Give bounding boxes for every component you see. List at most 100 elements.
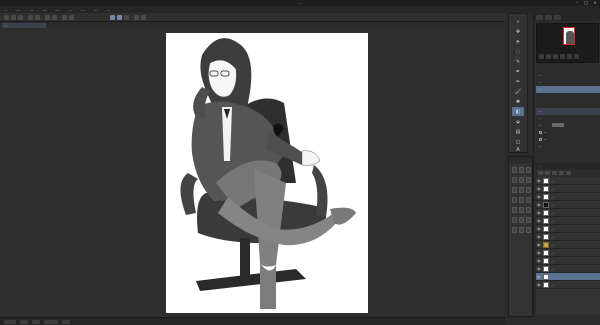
eyedropper-icon[interactable]: ✎ — [512, 57, 524, 66]
maximize-button[interactable]: □ — [583, 0, 589, 5]
save-icon[interactable] — [18, 15, 23, 20]
checkbox[interactable] — [539, 137, 542, 141]
layer-row[interactable]: ◉... — [536, 225, 600, 233]
menu-select[interactable]: ... — [55, 6, 59, 13]
sub-tool-row[interactable]: ... — [536, 143, 600, 150]
flip-icon[interactable] — [574, 54, 579, 59]
menu-animation[interactable]: ... — [30, 6, 34, 13]
open-icon[interactable] — [11, 15, 16, 20]
swatch[interactable] — [526, 177, 531, 183]
zoom-out-button[interactable] — [20, 319, 28, 324]
fit-icon[interactable] — [553, 54, 558, 59]
sub-tool-row[interactable]: ... — [536, 115, 600, 122]
layer-row[interactable]: ◉... — [536, 265, 600, 273]
move-icon[interactable]: ✥ — [512, 27, 524, 36]
layer-row[interactable]: ◉... — [536, 177, 600, 185]
swatch[interactable] — [526, 167, 531, 173]
checkbox[interactable] — [539, 130, 542, 134]
new-folder-icon[interactable] — [545, 171, 550, 175]
artboard[interactable] — [166, 33, 368, 313]
snap-ruler-icon[interactable] — [110, 15, 115, 20]
menu-view[interactable]: ... — [68, 6, 72, 13]
undo-icon[interactable] — [28, 15, 33, 20]
snap-grid-icon[interactable] — [124, 15, 129, 20]
grid-show-icon[interactable] — [141, 15, 146, 20]
delete-layer-icon[interactable] — [566, 171, 571, 175]
merge-icon[interactable] — [559, 171, 564, 175]
eye-icon[interactable]: ◉ — [537, 218, 541, 223]
zoom-in-button[interactable] — [32, 319, 40, 324]
minimize-button[interactable]: – — [574, 0, 580, 5]
zoom-in-icon[interactable] — [546, 54, 551, 59]
swatch[interactable] — [519, 207, 524, 213]
swatch[interactable] — [512, 177, 517, 183]
layer-row[interactable]: ◉... — [536, 241, 600, 249]
clear-icon[interactable] — [45, 15, 50, 20]
transform-icon[interactable] — [62, 15, 67, 20]
ruler-show-icon[interactable] — [134, 15, 139, 20]
zoom-readout[interactable] — [4, 319, 16, 324]
property-row[interactable]: ... — [536, 79, 600, 86]
eye-icon[interactable]: ◉ — [537, 226, 541, 231]
tab-info[interactable] — [554, 14, 561, 20]
layer-row[interactable]: ◉... — [536, 257, 600, 265]
lasso-icon[interactable]: ◌ — [512, 47, 524, 56]
new-layer-icon[interactable] — [538, 171, 543, 175]
zoom-icon[interactable]: ⌕ — [512, 17, 524, 26]
swatch[interactable] — [519, 217, 524, 223]
menu-window[interactable]: ... — [94, 6, 98, 13]
menu-edit[interactable]: ... — [17, 6, 21, 13]
swatch[interactable] — [512, 207, 517, 213]
rotate-readout[interactable] — [44, 319, 58, 324]
eye-icon[interactable]: ◉ — [537, 242, 541, 247]
swatch[interactable] — [526, 207, 531, 213]
zoom-out-icon[interactable] — [539, 54, 544, 59]
copy-layer-icon[interactable] — [552, 171, 557, 175]
property-row[interactable]: ... — [536, 72, 600, 79]
menu-file[interactable]: ... — [4, 6, 8, 13]
eye-icon[interactable]: ◉ — [537, 234, 541, 239]
swatch[interactable] — [512, 227, 517, 233]
tab-navigator[interactable] — [536, 14, 543, 20]
sub-tool-row[interactable]: ... — [536, 122, 600, 129]
redo-icon[interactable] — [35, 15, 40, 20]
tab-sub-view[interactable] — [545, 14, 552, 20]
rotate-right-icon[interactable] — [567, 54, 572, 59]
layer-row[interactable]: ◉... — [536, 233, 600, 241]
swatch[interactable] — [526, 227, 531, 233]
rotate-left-icon[interactable] — [560, 54, 565, 59]
menu-help[interactable]: ... — [107, 6, 111, 13]
layer-row[interactable]: ◉... — [536, 185, 600, 193]
operation-icon[interactable]: ➤ — [512, 37, 524, 46]
pen-icon[interactable]: ✒ — [512, 67, 524, 76]
brush-icon[interactable]: 🖌 — [512, 87, 524, 96]
sub-tool-row[interactable]: ... — [536, 136, 600, 143]
layer-row[interactable]: ◉... — [536, 201, 600, 209]
airbrush-icon[interactable]: ✺ — [512, 97, 524, 106]
eye-icon[interactable]: ◉ — [537, 210, 541, 215]
property-row-selected[interactable]: ... — [536, 86, 600, 93]
swatch[interactable] — [519, 177, 524, 183]
swatch[interactable] — [512, 187, 517, 193]
navigator[interactable] — [536, 23, 599, 63]
eye-icon[interactable]: ◉ — [537, 282, 541, 287]
gradient-icon[interactable]: ▤ — [512, 127, 524, 136]
eye-icon[interactable]: ◉ — [537, 274, 541, 279]
layer-row[interactable]: ◉... — [536, 273, 600, 281]
swatch[interactable] — [519, 227, 524, 233]
layer-row[interactable]: ◉... — [536, 193, 600, 201]
swatch[interactable] — [526, 197, 531, 203]
close-button[interactable]: × — [592, 0, 598, 5]
swatch[interactable] — [526, 187, 531, 193]
pencil-icon[interactable]: ✏ — [512, 77, 524, 86]
sub-tool-row[interactable]: ... — [536, 129, 600, 136]
eye-icon[interactable]: ◉ — [537, 186, 541, 191]
swatch[interactable] — [519, 197, 524, 203]
eye-icon[interactable]: ◉ — [537, 202, 541, 207]
eye-icon[interactable]: ◉ — [537, 250, 541, 255]
deselect-icon[interactable] — [69, 15, 74, 20]
eye-icon[interactable]: ◉ — [537, 194, 541, 199]
snap-special-ruler-icon[interactable] — [117, 15, 122, 20]
new-icon[interactable] — [4, 15, 9, 20]
layer-row[interactable]: ◉... — [536, 281, 600, 289]
